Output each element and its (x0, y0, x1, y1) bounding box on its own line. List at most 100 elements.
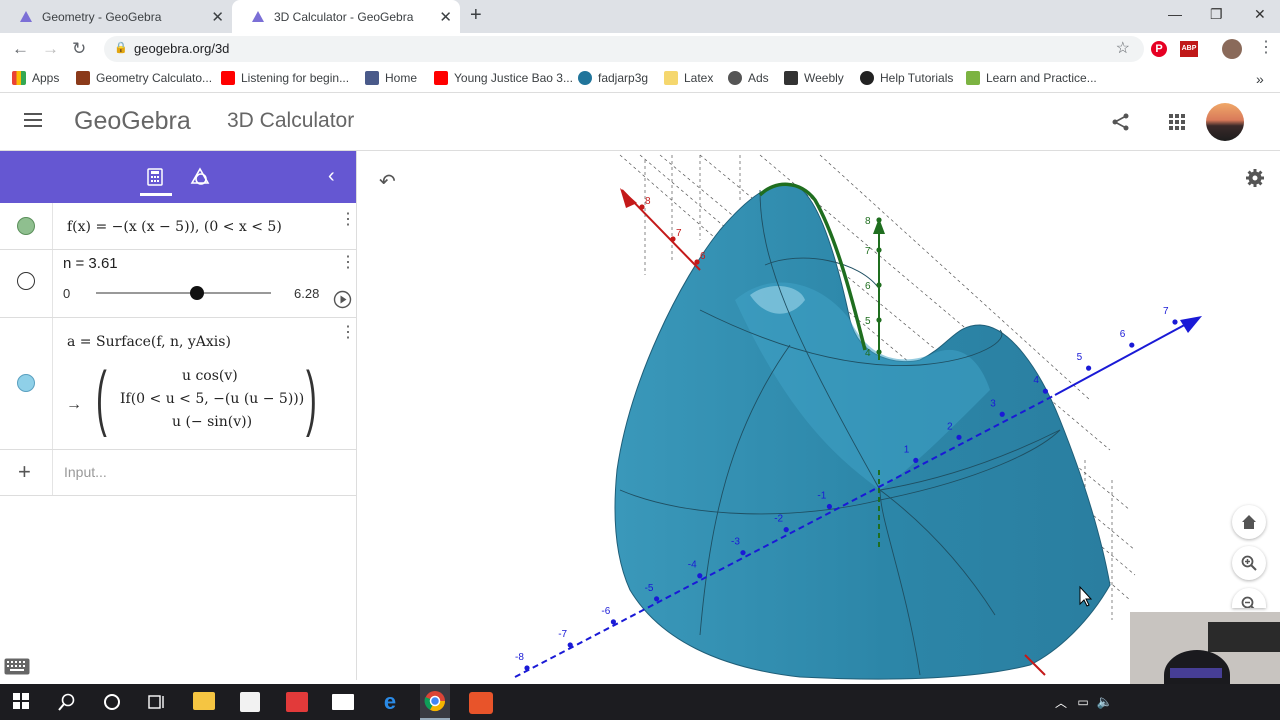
close-tab-icon[interactable]: ✕ (211, 8, 224, 26)
x-tick-label: -2 (774, 514, 783, 525)
calculator-icon[interactable] (147, 168, 163, 186)
adblock-icon[interactable]: ABP (1180, 41, 1198, 57)
share-icon[interactable] (1111, 112, 1131, 132)
bookmark-young-justice[interactable]: Young Justice Bao 3... (434, 71, 573, 85)
window-close-button[interactable]: ✕ (1254, 6, 1266, 23)
expression-f[interactable]: f(x) = −(x (x − 5)), (0 < x < 5) (67, 219, 282, 235)
tab-title: Geometry - GeoGebra (42, 9, 162, 24)
play-icon[interactable] (333, 290, 352, 309)
cortana-icon[interactable] (102, 692, 124, 712)
algebra-row-f[interactable]: f(x) = −(x (x − 5)), (0 < x < 5) ⋮ (0, 203, 356, 250)
mail-icon[interactable] (332, 694, 354, 710)
tab-3d-calculator[interactable]: 3D Calculator - GeoGebra ✕ (232, 0, 460, 33)
minimize-button[interactable]: — (1168, 6, 1182, 22)
keyboard-icon[interactable] (4, 658, 30, 675)
chrome-icon (424, 691, 446, 712)
input-field[interactable]: Input... (64, 464, 107, 480)
hamburger-menu-icon[interactable] (24, 113, 42, 127)
forward-icon[interactable]: → (42, 39, 59, 59)
star-icon[interactable]: ☆ (1116, 38, 1130, 58)
expression-a[interactable]: a = Surface(f, n, yAxis) (67, 334, 231, 350)
result-line-3: u (− sin(v)) (172, 414, 253, 430)
bookmark-fadjarp3g[interactable]: fadjarp3g (578, 71, 648, 85)
omnibox[interactable]: 🔒 geogebra.org/3d ☆ (104, 36, 1144, 62)
bookmark-apps[interactable]: Apps (12, 71, 59, 85)
search-icon[interactable] (57, 692, 79, 712)
chrome-taskbar-item[interactable] (420, 684, 450, 720)
bookmark-ads[interactable]: Ads (728, 71, 769, 85)
volume-icon[interactable]: 🔈 (1094, 692, 1116, 712)
pinterest-icon[interactable]: P (1151, 41, 1167, 57)
weebly-icon (784, 71, 798, 85)
algebra-row-n[interactable]: n = 3.61 ⋮ 0 6.28 (0, 250, 356, 318)
bookmark-listening[interactable]: Listening for begin... (221, 71, 349, 85)
visibility-marker (0, 203, 53, 249)
recorder-app-icon[interactable] (469, 692, 493, 714)
z-tick-label: 8 (865, 216, 871, 227)
restore-button[interactable]: ❐ (1210, 6, 1223, 23)
webcam-glasses (1170, 668, 1222, 678)
more-bookmarks-icon[interactable]: » (1256, 71, 1264, 87)
chrome-menu-icon[interactable]: ⋮ (1258, 37, 1274, 57)
more-options-icon[interactable]: ⋮ (340, 209, 356, 229)
z-tick-label: 7 (865, 246, 871, 257)
bookmarks-bar: Apps Geometry Calculato... Listening for… (0, 65, 1280, 93)
profile-avatar-icon[interactable] (1222, 39, 1242, 59)
bookmark-latex[interactable]: Latex (664, 71, 713, 85)
close-tab-icon[interactable]: ✕ (439, 8, 452, 26)
user-avatar[interactable] (1206, 103, 1244, 141)
x-tick-label: 6 (1120, 329, 1126, 340)
x-tick-dot (524, 665, 530, 671)
settings-gear-icon[interactable] (1245, 168, 1265, 188)
home-view-button[interactable] (1232, 505, 1266, 539)
store-icon[interactable] (240, 692, 260, 712)
visibility-toggle[interactable] (17, 217, 35, 235)
collapse-panel-icon[interactable]: ‹ (328, 165, 335, 188)
algebra-input-row[interactable]: + Input... (0, 450, 356, 496)
x-tick-label: -4 (688, 560, 697, 571)
graphics-3d-view[interactable]: -8 -7 -6 -5 -4 -3 -2 -1 1 2 3 4 5 6 7 8 7 6 8 7 6 5 4 ↶ (357, 151, 1280, 680)
visibility-toggle[interactable] (17, 272, 35, 290)
tab-title: 3D Calculator - GeoGebra (274, 9, 414, 24)
undo-icon[interactable]: ↶ (379, 169, 396, 194)
folder-icon (664, 71, 678, 85)
bookmark-help-tutorials[interactable]: Help Tutorials (860, 71, 953, 85)
apps-grid-icon[interactable] (1168, 113, 1186, 131)
slider-n[interactable] (96, 286, 271, 300)
geogebra-tab-icon (250, 9, 266, 25)
zoom-in-button[interactable] (1232, 546, 1266, 580)
new-tab-button[interactable]: + (470, 4, 482, 27)
edge-icon[interactable]: e (379, 689, 401, 714)
bookmark-learn-practice[interactable]: Learn and Practice... (966, 71, 1097, 85)
more-options-icon[interactable]: ⋮ (340, 252, 356, 272)
bookmark-icon (966, 71, 980, 85)
tray-chevron-icon[interactable]: ︿ (1050, 692, 1072, 712)
gift-app-icon[interactable] (286, 692, 308, 712)
add-icon[interactable]: + (18, 459, 31, 485)
z-tick-dot (876, 349, 882, 355)
more-options-icon[interactable]: ⋮ (340, 322, 356, 342)
bookmark-geometry-calculator[interactable]: Geometry Calculato... (76, 71, 212, 85)
tab-geometry[interactable]: Geometry - GeoGebra ✕ (0, 0, 232, 33)
3d-canvas[interactable]: -8 -7 -6 -5 -4 -3 -2 -1 1 2 3 4 5 6 7 8 7 6 8 7 6 5 4 (357, 151, 1280, 680)
file-explorer-icon[interactable] (193, 692, 215, 710)
z-tick-dot (876, 217, 882, 223)
y-tick-dot (670, 236, 676, 242)
x-tick-dot (783, 527, 789, 533)
task-view-icon[interactable] (147, 692, 169, 712)
bookmark-home[interactable]: Home (365, 71, 417, 85)
visibility-toggle[interactable] (17, 374, 35, 392)
windows-start-icon[interactable] (12, 692, 34, 712)
z-tick-dot (876, 317, 882, 323)
tools-icon[interactable] (190, 167, 210, 187)
address-bar-row: ← → ↻ 🔒 geogebra.org/3d ☆ P ABP ⋮ (0, 33, 1280, 65)
x-tick-dot (826, 503, 833, 510)
geogebra-logo[interactable]: GeoGebra (74, 107, 191, 136)
algebra-row-a[interactable]: a = Surface(f, n, yAxis) ⋮ → ( u cos(v) … (0, 318, 356, 450)
bookmark-weebly[interactable]: Weebly (784, 71, 844, 85)
slider-knob[interactable] (189, 286, 204, 300)
back-icon[interactable]: ← (12, 39, 29, 59)
expression-n[interactable]: n = 3.61 (63, 255, 118, 272)
battery-icon[interactable]: ▭ (1072, 692, 1094, 712)
reload-icon[interactable]: ↻ (72, 39, 86, 59)
